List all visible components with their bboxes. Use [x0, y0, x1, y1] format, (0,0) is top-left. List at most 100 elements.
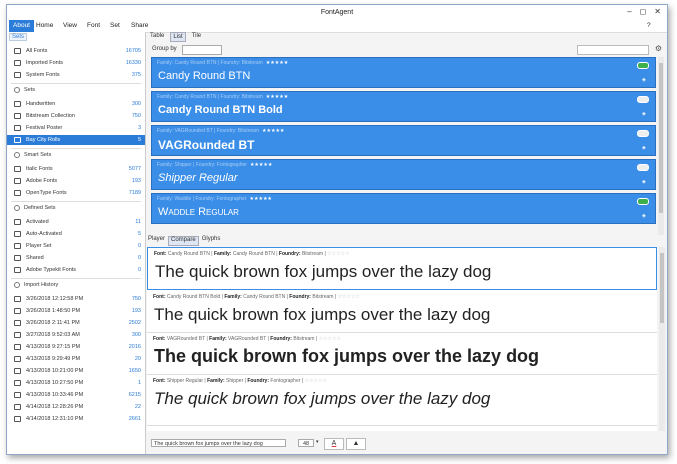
- tab-player[interactable]: Player: [148, 236, 165, 246]
- activation-toggle[interactable]: [637, 62, 649, 69]
- group-by-select[interactable]: [182, 45, 222, 55]
- font-list-item[interactable]: Family: VAGRounded BT | Foundry: Bitstre…: [151, 125, 656, 156]
- activation-toggle[interactable]: [637, 96, 649, 103]
- folder-icon: [14, 72, 21, 78]
- rating-stars[interactable]: ☆☆☆☆☆: [327, 251, 349, 257]
- sidebar-item-label: Auto-Activated: [26, 231, 62, 237]
- font-sample: Candy Round BTN Bold: [158, 104, 283, 116]
- font-type-icon: ◈: [642, 179, 646, 185]
- sidebar-item[interactable]: Italic Fonts 5077: [7, 164, 145, 174]
- sidebar-section-header[interactable]: Defined Sets: [7, 203, 145, 213]
- rating-stars[interactable]: ☆☆☆☆☆: [305, 378, 327, 384]
- sidebar-section-header[interactable]: Smart Sets: [7, 150, 145, 160]
- sidebar-item[interactable]: 4/13/2018 10:27:50 PM 1: [7, 378, 145, 388]
- tab-list[interactable]: List: [170, 32, 186, 42]
- tab-tile[interactable]: Tile: [190, 32, 203, 42]
- compare-item[interactable]: Font: Shipper Regular | Family: Shipper …: [147, 375, 657, 426]
- font-meta: Family: Waddle | Foundry: Fontographer ★★…: [157, 196, 272, 202]
- activation-toggle[interactable]: [637, 130, 649, 137]
- sidebar-item-label: Shared: [26, 255, 44, 261]
- activation-toggle[interactable]: [637, 198, 649, 205]
- sidebar-item-label: 3/27/2018 9:52:03 AM: [26, 332, 80, 338]
- maximize-button[interactable]: ◻: [640, 7, 647, 16]
- sample-text-input[interactable]: The quick brown fox jumps over the lazy …: [151, 439, 286, 447]
- activation-toggle[interactable]: [637, 164, 649, 171]
- sidebar-item[interactable]: 3/26/2018 2:11:41 PM 2502: [7, 318, 145, 328]
- sidebar-item[interactable]: 3/26/2018 1:48:50 PM 193: [7, 306, 145, 316]
- tab-glyphs[interactable]: Glyphs: [202, 236, 221, 246]
- menu-set[interactable]: Set: [110, 22, 120, 29]
- sidebar-item[interactable]: 4/14/2018 12:28:26 PM 22: [7, 402, 145, 412]
- gear-icon[interactable]: ⚙: [655, 44, 662, 53]
- rating-stars[interactable]: ☆☆☆☆☆: [319, 336, 341, 342]
- folder-icon: [14, 190, 21, 196]
- sidebar-item[interactable]: Bay City Rolls 5: [7, 135, 145, 145]
- sidebar-item[interactable]: Player Set 0: [7, 241, 145, 251]
- sidebar-item[interactable]: Activated 11: [7, 217, 145, 227]
- menu-share[interactable]: Share: [131, 22, 148, 29]
- compare-item[interactable]: Font: Candy Round BTN | Family: Candy Ro…: [147, 247, 657, 290]
- sidebar-item[interactable]: Handwritten 300: [7, 99, 145, 109]
- compare-item[interactable]: Font: VAGRounded BT | Family: VAGRounded…: [147, 333, 657, 375]
- menu-home[interactable]: Home: [36, 22, 53, 29]
- rating-stars[interactable]: ★★★★★: [266, 94, 288, 100]
- menu-font[interactable]: Font: [87, 22, 100, 29]
- font-list-item[interactable]: Family: Shipper | Foundry: Fontographer ★…: [151, 159, 656, 190]
- minimize-button[interactable]: –: [627, 7, 631, 16]
- sidebar-item[interactable]: Imported Fonts 16330: [7, 58, 145, 68]
- font-type-icon: ◈: [642, 77, 646, 83]
- sidebar-section-header[interactable]: Sets: [7, 85, 145, 95]
- tab-sets[interactable]: Sets: [9, 33, 28, 41]
- menu-about[interactable]: About: [9, 20, 34, 32]
- sidebar-item-label: OpenType Fonts: [26, 190, 67, 196]
- sidebar-item[interactable]: 4/14/2018 12:31:10 PM 2661: [7, 414, 145, 424]
- sidebar-item[interactable]: Shared 0: [7, 253, 145, 263]
- rating-stars[interactable]: ☆☆☆☆☆: [338, 294, 360, 300]
- sidebar-item-count: 16705: [125, 48, 141, 54]
- font-sample: Candy Round BTN: [158, 70, 251, 82]
- compare-scrollbar[interactable]: [659, 247, 665, 431]
- folder-icon: [14, 380, 21, 386]
- help-icon[interactable]: ?: [647, 22, 651, 29]
- sidebar-item[interactable]: 4/13/2018 9:29:49 PM 20: [7, 354, 145, 364]
- compare-item[interactable]: Font: Candy Round BTN Bold | Family: Can…: [147, 291, 657, 333]
- sidebar-item[interactable]: 4/13/2018 10:33:46 PM 6215: [7, 390, 145, 400]
- tab-table[interactable]: Table: [148, 32, 166, 42]
- font-list-item[interactable]: Family: Candy Round BTN | Foundry: Bitst…: [151, 91, 656, 122]
- sidebar-item-label: Adobe Typekit Fonts: [26, 267, 77, 273]
- group-bar: Group by ⚙: [146, 44, 667, 55]
- rating-stars[interactable]: ★★★★★: [262, 128, 284, 134]
- sidebar-item[interactable]: 3/27/2018 9:52:03 AM 300: [7, 330, 145, 340]
- font-sample: Shipper Regular: [158, 172, 238, 184]
- search-input[interactable]: [577, 45, 649, 55]
- sidebar-item[interactable]: Bitstream Collection 750: [7, 111, 145, 121]
- rating-stars[interactable]: ★★★★★: [250, 162, 272, 168]
- sidebar-item[interactable]: System Fonts 375: [7, 70, 145, 80]
- sidebar-item[interactable]: All Fonts 16705: [7, 46, 145, 56]
- sidebar-item[interactable]: Auto-Activated 5: [7, 229, 145, 239]
- sidebar-item[interactable]: OpenType Fonts 7189: [7, 188, 145, 198]
- sidebar-item[interactable]: 3/26/2018 12:12:58 PM 750: [7, 294, 145, 304]
- sidebar-item[interactable]: 4/13/2018 10:21:00 PM 1650: [7, 366, 145, 376]
- font-list-item[interactable]: Family: Waddle | Foundry: Fontographer ★★…: [151, 193, 656, 224]
- font-list-item[interactable]: Family: Candy Round BTN | Foundry: Bitst…: [151, 57, 656, 88]
- folder-icon: [14, 48, 21, 54]
- rating-stars[interactable]: ★★★★★: [250, 196, 272, 202]
- font-size-input[interactable]: 48: [298, 439, 314, 447]
- background-color-button[interactable]: ▲: [346, 438, 366, 450]
- close-button[interactable]: ✕: [654, 7, 661, 16]
- list-scrollbar[interactable]: [658, 57, 664, 235]
- sidebar-item[interactable]: Adobe Typekit Fonts 0: [7, 265, 145, 275]
- chevron-down-icon[interactable]: ▾: [316, 439, 319, 445]
- sidebar-item[interactable]: 4/13/2018 9:27:15 PM 2016: [7, 342, 145, 352]
- rating-stars[interactable]: ★★★★★: [266, 60, 288, 66]
- sidebar-item-count: 300: [131, 332, 141, 338]
- menu-view[interactable]: View: [63, 22, 77, 29]
- sidebar-divider: [11, 201, 141, 202]
- sidebar-item[interactable]: Festival Poster 3: [7, 123, 145, 133]
- font-meta: Family: Candy Round BTN | Foundry: Bitst…: [157, 94, 289, 100]
- tab-compare[interactable]: Compare: [168, 236, 199, 246]
- text-color-button[interactable]: A: [324, 438, 344, 450]
- sidebar-section-header[interactable]: Import History: [7, 280, 145, 290]
- sidebar-item[interactable]: Adobe Fonts 193: [7, 176, 145, 186]
